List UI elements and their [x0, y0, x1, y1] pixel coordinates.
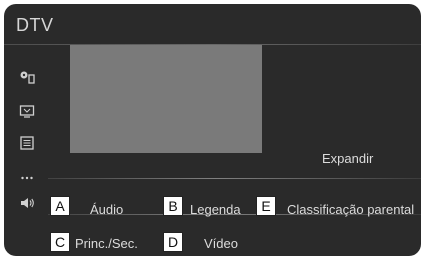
video-button[interactable]: Vídeo: [204, 236, 238, 251]
callout-a: A: [50, 196, 70, 216]
expand-button[interactable]: Expandir: [322, 151, 373, 166]
dtv-screen: DTV Expandir Áudio Legenda Classificação…: [4, 4, 421, 256]
callout-b: B: [163, 196, 183, 216]
audio-button[interactable]: Áudio: [90, 202, 123, 217]
list-icon[interactable]: [18, 134, 36, 152]
page-title: DTV: [16, 15, 54, 35]
sidebar: [4, 46, 48, 244]
callout-d: D: [163, 232, 183, 252]
legend-button[interactable]: Legenda: [190, 202, 241, 217]
callout-c: C: [50, 232, 70, 252]
volume-icon[interactable]: [18, 194, 36, 212]
video-preview[interactable]: [70, 45, 262, 153]
main-sub-button[interactable]: Princ./Sec.: [75, 236, 138, 251]
more-icon[interactable]: [18, 168, 36, 186]
row-divider-1: [48, 178, 421, 179]
settings-icon[interactable]: [18, 68, 36, 86]
parental-rating-button[interactable]: Classificação parental: [287, 202, 414, 217]
callout-e: E: [256, 196, 276, 216]
tv-icon[interactable]: [18, 102, 36, 120]
